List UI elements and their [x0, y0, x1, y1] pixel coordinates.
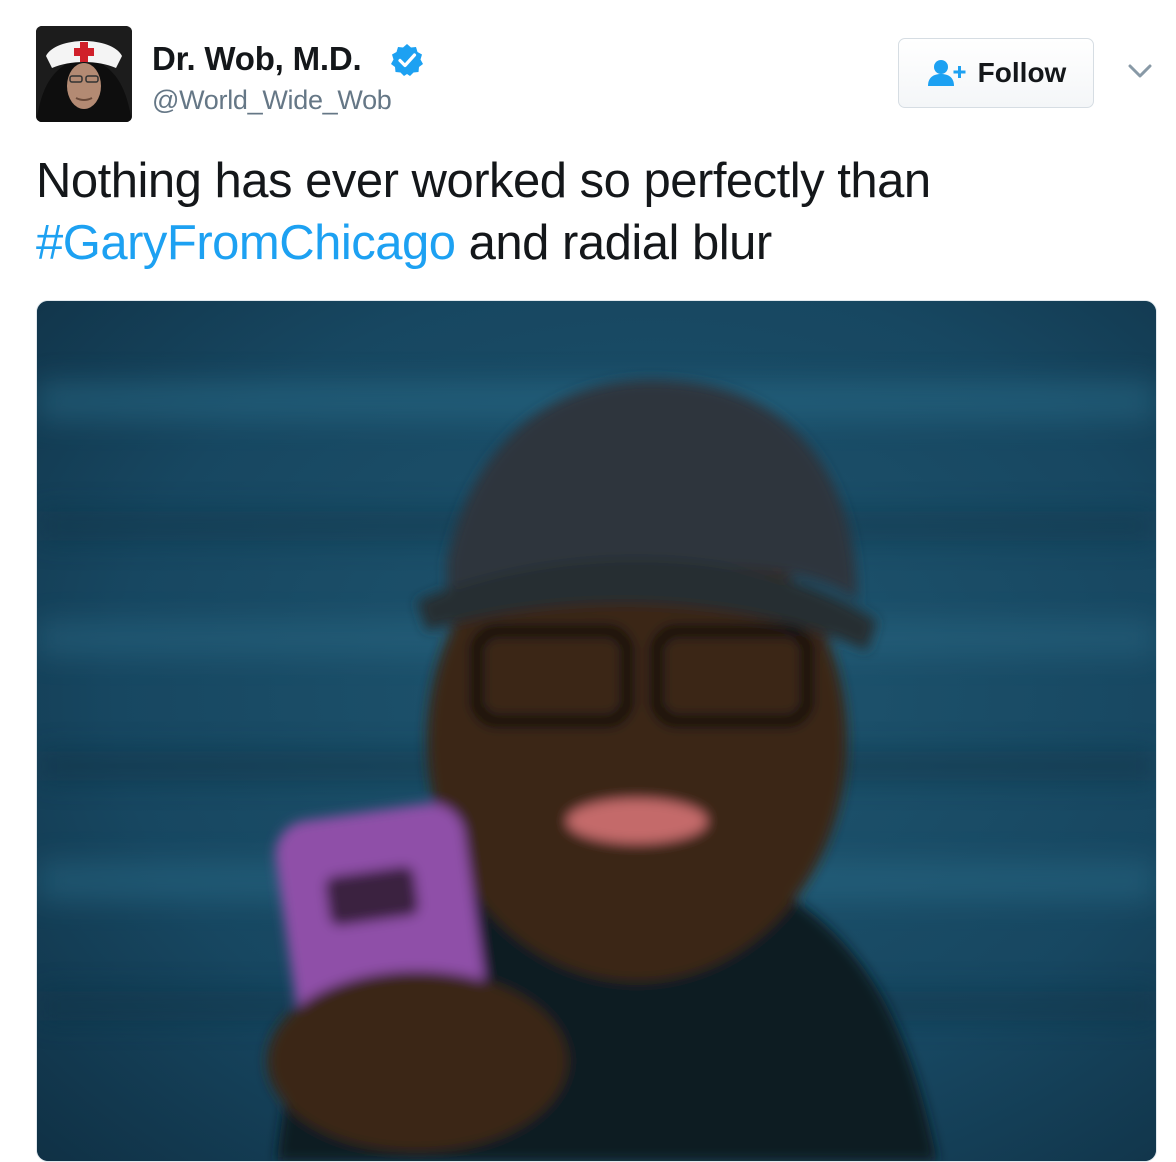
follow-button-label: Follow: [977, 57, 1067, 88]
verified-badge-icon: [391, 44, 423, 76]
author-display-name[interactable]: Dr. Wob, M.D.: [152, 40, 362, 78]
tweet-text-before-hashtag: Nothing has ever worked so perfectly tha…: [36, 154, 931, 208]
nurse-hat-avatar-icon: [36, 26, 132, 122]
follow-button[interactable]: Follow: [898, 38, 1094, 108]
tweet-text: Nothing has ever worked so perfectly tha…: [36, 150, 1136, 274]
photo-illustration: [37, 301, 1156, 1161]
tweet-text-after-hashtag: and radial blur: [455, 216, 773, 270]
chevron-down-icon[interactable]: [1122, 56, 1158, 86]
author-handle[interactable]: @World_Wide_Wob: [152, 85, 392, 116]
tweet-media-photo[interactable]: [36, 300, 1157, 1162]
hashtag-link[interactable]: #GaryFromChicago: [36, 216, 456, 270]
author-avatar[interactable]: [36, 26, 132, 122]
add-user-icon: [927, 60, 966, 86]
